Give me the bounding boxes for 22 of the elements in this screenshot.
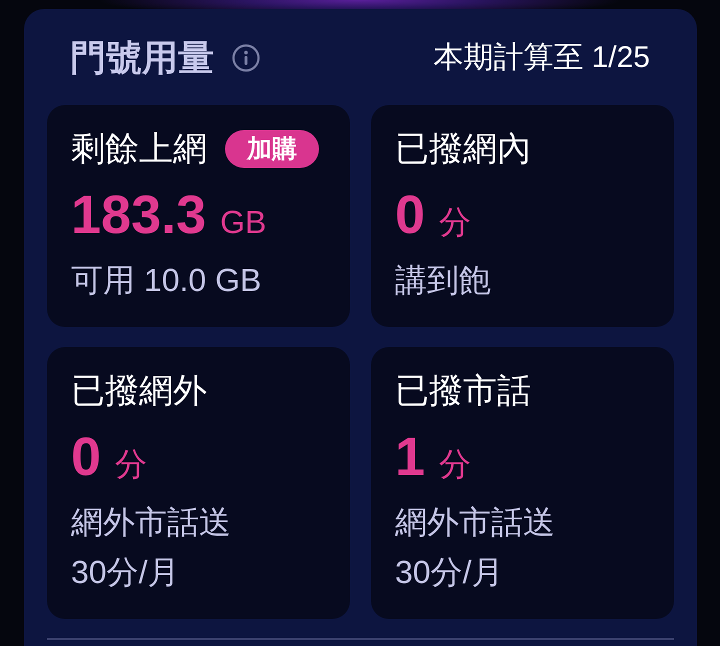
card-note: 可用 10.0 GB: [71, 261, 262, 300]
usage-unit: GB: [220, 203, 266, 242]
card-title: 已撥網內: [395, 129, 531, 170]
usage-unit: 分: [439, 203, 472, 242]
add-purchase-button[interactable]: 加購: [225, 130, 319, 168]
usage-value: 0: [395, 185, 426, 245]
billing-period-text: 本期計算至 1/25: [433, 40, 650, 76]
card-note: 網外市話送: [395, 503, 556, 542]
card-title: 已撥網外: [71, 371, 207, 412]
card-title: 剩餘上網: [71, 129, 207, 170]
usage-value: 183.3: [71, 185, 206, 245]
card-note: 30分/月: [71, 553, 180, 592]
card-title: 已撥市話: [395, 371, 531, 412]
card-note: 網外市話送: [71, 503, 232, 542]
usage-value: 1: [395, 427, 426, 487]
card-note: 30分/月: [395, 553, 504, 592]
usage-value: 0: [71, 427, 102, 487]
card-note: 講到飽: [395, 261, 492, 300]
usage-unit: 分: [439, 445, 472, 484]
section-title: 門號用量: [70, 37, 214, 79]
info-icon[interactable]: [232, 44, 260, 72]
usage-unit: 分: [115, 445, 148, 484]
